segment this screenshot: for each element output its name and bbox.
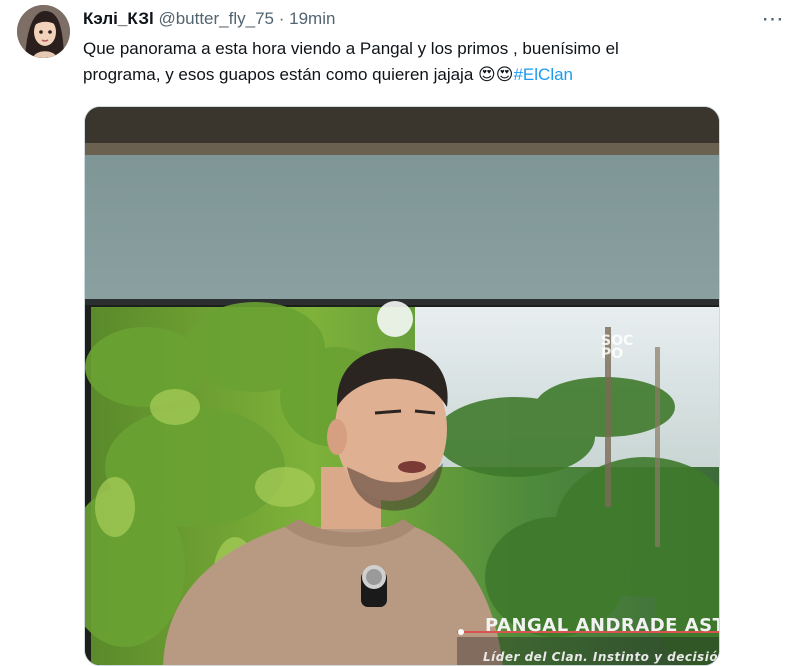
tweet-text: Que panorama a esta hora viendo a Pangal… xyxy=(83,36,763,88)
lower-third-caption: PANGAL ANDRADE ASTORGA Líder del Clan. I… xyxy=(483,615,719,665)
heart-eyes-emoji-icon: 😍😍 xyxy=(478,65,514,85)
tweet-media-photo[interactable]: SOC PO PANGAL ANDRADE ASTORGA Líder del … xyxy=(84,106,720,666)
tweet-text-line-1: Que panorama a esta hora viendo a Pangal… xyxy=(83,39,619,58)
caption-name: PANGAL ANDRADE ASTORGA xyxy=(485,615,719,636)
avatar-image xyxy=(17,5,70,58)
display-name[interactable]: Кэлі_КЗl xyxy=(83,9,154,28)
more-options-icon[interactable]: ⋯ xyxy=(757,6,789,32)
tweet-time[interactable]: 19min xyxy=(289,9,335,28)
time-separator: · xyxy=(278,9,285,28)
channel-watermark: SOC PO xyxy=(601,334,633,362)
tv-screen-photo xyxy=(85,107,719,665)
watermark-line-2: PO xyxy=(601,346,624,362)
tweet-header: Кэлі_КЗl @butter_fly_75 · 19min xyxy=(83,8,335,30)
tweet-text-line-2-content: programa, y esos guapos están como quier… xyxy=(83,65,479,84)
user-handle[interactable]: @butter_fly_75 xyxy=(158,9,274,28)
hashtag-link[interactable]: #ElClan xyxy=(513,65,573,84)
avatar[interactable] xyxy=(17,5,70,58)
tweet-text-line-2: programa, y esos guapos están como quier… xyxy=(83,62,763,88)
